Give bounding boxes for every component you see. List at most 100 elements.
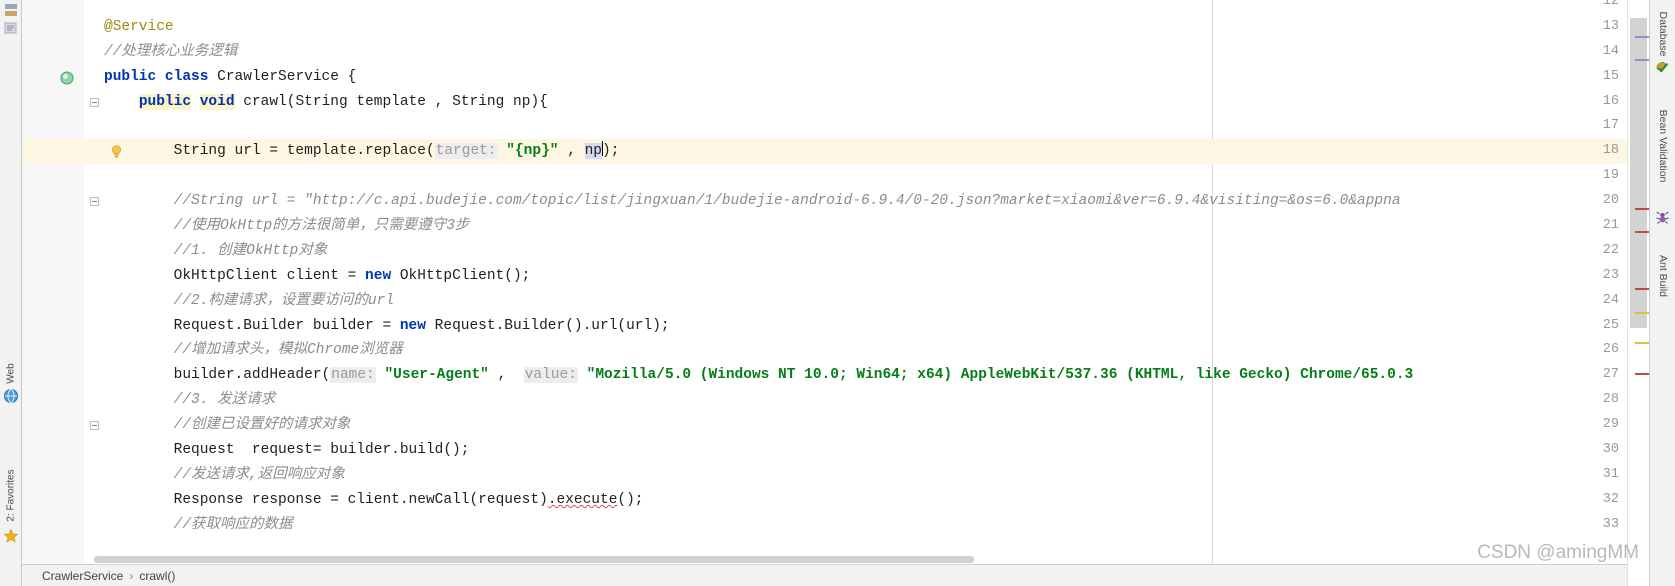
selected-identifier-np[interactable]: np — [584, 143, 603, 160]
code-line[interactable]: 33 //获取响应的数据 — [22, 513, 1627, 538]
line-content[interactable]: Response response = client.newCall(reque… — [104, 488, 644, 513]
comment-token: //发送请求,返回响应对象 — [173, 466, 345, 483]
line-content[interactable]: //发送请求,返回响应对象 — [104, 463, 345, 488]
scroll-marker-warning[interactable] — [1635, 312, 1649, 314]
code-line[interactable]: 26 //增加请求头，模拟Chrome浏览器 — [22, 338, 1627, 363]
left-strip-top-icon — [3, 2, 19, 18]
code-line[interactable]: 14 //处理核心业务逻辑 — [22, 40, 1627, 65]
comment-token: //2.构建请求，设置要访问的url — [173, 292, 395, 309]
line-content[interactable]: //处理核心业务逻辑 — [104, 40, 237, 65]
code-line-active[interactable]: 18 String url = template.replace(target:… — [22, 139, 1627, 165]
web-globe-icon[interactable] — [3, 388, 19, 404]
code-editor[interactable]: 12 13 @Service 14 //处理核心业务逻辑 15 public c… — [22, 0, 1627, 586]
line-content[interactable]: Request.Builder builder = new Request.Bu… — [104, 314, 670, 339]
line-number: 33 — [1602, 516, 1619, 532]
line-content[interactable]: builder.addHeader(name: "User-Agent" , v… — [104, 363, 1413, 388]
code-line[interactable]: 30 Request request= builder.build(); — [22, 438, 1627, 463]
editor-marker-scrollbar[interactable] — [1627, 0, 1649, 586]
bean-validation-icon[interactable] — [1655, 60, 1670, 75]
breadcrumb[interactable]: CrawlerService › crawl() — [22, 564, 1627, 586]
sidebar-item-web[interactable]: Web — [5, 363, 16, 383]
comment-token: //获取响应的数据 — [173, 516, 293, 533]
line-number: 22 — [1602, 242, 1619, 258]
class-name-token: CrawlerService — [217, 68, 339, 85]
sidebar-item-database[interactable]: Database — [1657, 12, 1669, 57]
code-line[interactable]: 20 //String url = "http://c.api.budejie.… — [22, 189, 1627, 214]
keyword-new: new — [399, 317, 426, 334]
line-content[interactable]: //1. 创建OkHttp对象 — [104, 239, 328, 264]
error-underlined-call[interactable]: .execute — [548, 492, 618, 508]
code-line[interactable]: 22 //1. 创建OkHttp对象 — [22, 239, 1627, 264]
code-fold-toggle[interactable] — [90, 97, 99, 107]
line-content[interactable]: //3. 发送请求 — [104, 388, 276, 413]
horizontal-scrollbar-thumb[interactable] — [94, 556, 974, 563]
code-line[interactable]: 29 //创建已设置好的请求对象 — [22, 413, 1627, 438]
ide-editor-window: Web 2: Favorites 12 13 @Service 14 //处理核… — [0, 0, 1675, 586]
line-number: 15 — [1602, 68, 1619, 84]
param-template-token: String template — [295, 93, 426, 110]
line-number: 16 — [1602, 93, 1619, 109]
horizontal-scrollbar[interactable] — [84, 555, 1627, 564]
editor-viewport[interactable]: 12 13 @Service 14 //处理核心业务逻辑 15 public c… — [22, 0, 1627, 586]
code-fold-toggle[interactable] — [90, 421, 99, 431]
code-line[interactable]: 15 public class CrawlerService { — [22, 65, 1627, 90]
line-number: 32 — [1602, 491, 1619, 507]
code-line[interactable]: 23 OkHttpClient client = new OkHttpClien… — [22, 264, 1627, 289]
line-content[interactable]: public class CrawlerService { — [104, 65, 356, 90]
comment-token: //使用OkHttp的方法很简单，只需要遵守3步 — [173, 218, 470, 235]
parameter-hint-value: value: — [523, 367, 578, 384]
scroll-marker-modified[interactable] — [1635, 59, 1649, 61]
scroll-marker-warning[interactable] — [1635, 342, 1649, 344]
code-line[interactable]: 19 — [22, 164, 1627, 189]
scroll-marker-modified[interactable] — [1635, 36, 1649, 38]
line-content[interactable]: //创建已设置好的请求对象 — [104, 413, 351, 438]
method-name-token: crawl — [243, 93, 287, 110]
sidebar-item-ant-build[interactable]: Ant Build — [1657, 255, 1669, 297]
keyword-public: public — [138, 93, 192, 110]
breadcrumb-separator: › — [129, 568, 134, 583]
line-content[interactable]: Request request= builder.build(); — [104, 438, 470, 463]
code-fold-toggle[interactable] — [90, 197, 99, 207]
code-line[interactable]: 27 builder.addHeader(name: "User-Agent" … — [22, 363, 1627, 388]
annotation-token: @Service — [104, 18, 174, 35]
sidebar-item-favorites[interactable]: 2: Favorites — [5, 469, 16, 521]
keyword-new: new — [365, 267, 392, 284]
scroll-marker-error[interactable] — [1635, 373, 1649, 375]
code-line[interactable]: 12 — [22, 0, 1627, 15]
string-np-token: "{np}" — [506, 143, 559, 160]
line-content[interactable]: String url = template.replace(target: "{… — [104, 139, 619, 164]
line-number: 31 — [1602, 466, 1619, 482]
scroll-marker-error[interactable] — [1635, 208, 1649, 210]
breadcrumb-class[interactable]: CrawlerService — [42, 569, 123, 583]
line-content[interactable]: //获取响应的数据 — [104, 513, 293, 538]
sidebar-item-bean-validation[interactable]: Bean Validation — [1657, 110, 1669, 183]
code-line[interactable]: 24 //2.构建请求，设置要访问的url — [22, 289, 1627, 314]
line-content[interactable]: @Service — [104, 15, 174, 40]
code-line[interactable]: 25 Request.Builder builder = new Request… — [22, 314, 1627, 339]
scroll-marker-error[interactable] — [1635, 231, 1649, 233]
line-content[interactable]: OkHttpClient client = new OkHttpClient()… — [104, 264, 531, 289]
class-run-gutter-icon[interactable] — [60, 70, 74, 85]
code-lines[interactable]: 12 13 @Service 14 //处理核心业务逻辑 15 public c… — [22, 0, 1627, 538]
line-number: 24 — [1602, 292, 1619, 308]
line-content[interactable]: public void crawl(String template , Stri… — [104, 90, 548, 115]
line-number: 21 — [1602, 218, 1619, 234]
vertical-scrollbar-thumb[interactable] — [1630, 18, 1647, 328]
code-line[interactable]: 16 public void crawl(String template , S… — [22, 90, 1627, 115]
favorites-star-icon[interactable] — [3, 528, 19, 544]
code-line[interactable]: 17 — [22, 114, 1627, 139]
code-line[interactable]: 31 //发送请求,返回响应对象 — [22, 463, 1627, 488]
line-content[interactable]: //使用OkHttp的方法很简单，只需要遵守3步 — [104, 214, 470, 239]
line-content[interactable]: //增加请求头，模拟Chrome浏览器 — [104, 338, 403, 363]
ant-build-icon[interactable] — [1655, 210, 1670, 225]
scroll-marker-error[interactable] — [1635, 288, 1649, 290]
line-content[interactable]: //String url = "http://c.api.budejie.com… — [104, 189, 1401, 214]
param-np-token: String np — [452, 93, 531, 110]
breadcrumb-method[interactable]: crawl() — [139, 569, 175, 583]
code-line[interactable]: 21 //使用OkHttp的方法很简单，只需要遵守3步 — [22, 214, 1627, 239]
left-tool-strip: Web 2: Favorites — [0, 0, 22, 586]
code-line[interactable]: 28 //3. 发送请求 — [22, 388, 1627, 413]
code-line[interactable]: 32 Response response = client.newCall(re… — [22, 488, 1627, 513]
code-line[interactable]: 13 @Service — [22, 15, 1627, 40]
line-content[interactable]: //2.构建请求，设置要访问的url — [104, 289, 394, 314]
